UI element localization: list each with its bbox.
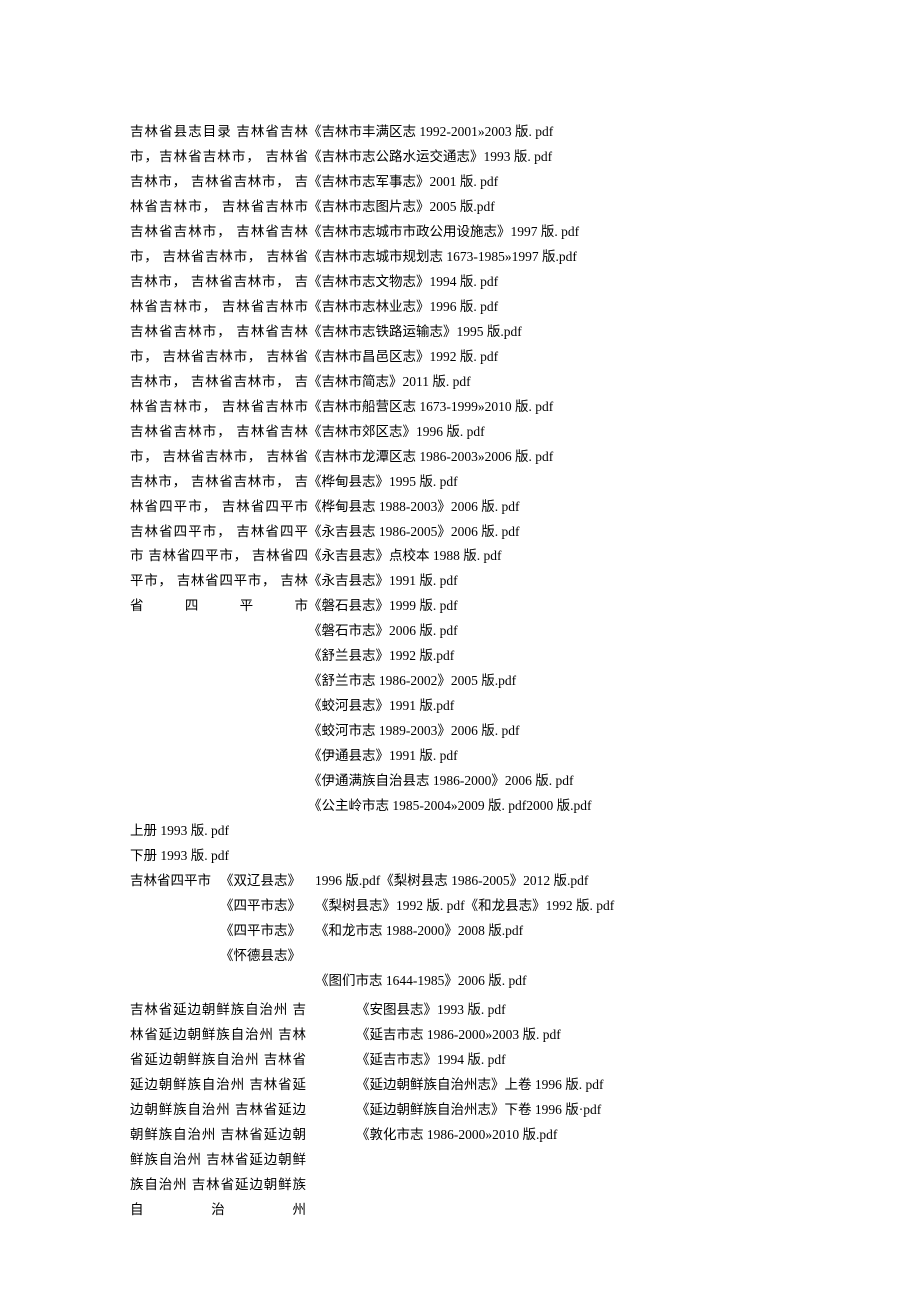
file-entry: 《磐石市志》2006 版. pdf: [308, 619, 790, 644]
file-entry: 《吉林市志城市市政公用设施志》1997 版. pdf: [308, 220, 790, 245]
title-entry: 《怀德县志》: [220, 944, 315, 969]
file-entry: 《吉林市志图片志》2005 版.pdf: [308, 195, 790, 220]
file-entry: 《延边朝鲜族自治州志》下卷 1996 版·pdf: [356, 1098, 790, 1123]
file-entry: 《和龙市志 1988-2000》2008 版.pdf: [315, 919, 790, 944]
title-entry: 《四平市志》: [220, 894, 315, 919]
main-block-1: 吉林省县志目录 吉林省吉林市，吉林省吉林市， 吉林省吉林市， 吉林省吉林市， 吉…: [130, 120, 790, 819]
file-entry: 《桦甸县志》1995 版. pdf: [308, 470, 790, 495]
file-entry: 《吉林市昌邑区志》1992 版. pdf: [308, 345, 790, 370]
file-entry: 《舒兰县志》1992 版.pdf: [308, 644, 790, 669]
file-entry: 《吉林市志城市规划志 1673-1985»1997 版.pdf: [308, 245, 790, 270]
region-label: 吉林省四平市: [130, 869, 220, 894]
file-entry: 《吉林市郊区志》1996 版. pdf: [308, 420, 790, 445]
file-entry: 《公主岭市志 1985-2004»2009 版. pdf2000 版.pdf: [308, 794, 790, 819]
file-entry: 上册 1993 版. pdf: [130, 819, 790, 844]
file-entry: 《桦甸县志 1988-2003》2006 版. pdf: [308, 495, 790, 520]
file-entry: 《吉林市简志》2011 版. pdf: [308, 370, 790, 395]
file-entry: 《延吉市志》1994 版. pdf: [356, 1048, 790, 1073]
title-entry: 《四平市志》: [220, 919, 315, 944]
file-entry: 《伊通满族自治县志 1986-2000》2006 版. pdf: [308, 769, 790, 794]
file-entry: 《永吉县志》1991 版. pdf: [308, 569, 790, 594]
file-entry: 《敦化市志 1986-2000»2010 版.pdf: [356, 1123, 790, 1148]
file-entry: 《磐石县志》1999 版. pdf: [308, 594, 790, 619]
file-list-3: 《安图县志》1993 版. pdf 《延吉市志 1986-2000»2003 版…: [306, 998, 790, 1148]
main-block-3: 吉林省延边朝鲜族自治州 吉林省延边朝鲜族自治州 吉林省延边朝鲜族自治州 吉林省延…: [130, 998, 790, 1223]
file-entry: 《吉林市丰满区志 1992-2001»2003 版. pdf: [308, 120, 790, 145]
file-entry: 《吉林市志文物志》1994 版. pdf: [308, 270, 790, 295]
file-entry: 1996 版.pdf《梨树县志 1986-2005》2012 版.pdf: [315, 869, 790, 894]
file-entry: 《吉林市志公路水运交通志》1993 版. pdf: [308, 145, 790, 170]
file-list-1: 《吉林市丰满区志 1992-2001»2003 版. pdf 《吉林市志公路水运…: [308, 120, 790, 819]
file-entry: 《延边朝鲜族自治州志》上卷 1996 版. pdf: [356, 1073, 790, 1098]
file-entry: 《伊通县志》1991 版. pdf: [308, 744, 790, 769]
file-entry: 《吉林市志铁路运输志》1995 版.pdf: [308, 320, 790, 345]
main-block-2: 吉林省四平市 《双辽县志》 《四平市志》 《四平市志》 《怀德县志》 1996 …: [130, 869, 790, 969]
file-entry: 《安图县志》1993 版. pdf: [356, 998, 790, 1023]
file-entry: 《梨树县志》1992 版. pdf《和龙县志》1992 版. pdf: [315, 894, 790, 919]
tail-lines: 上册 1993 版. pdf 下册 1993 版. pdf: [130, 819, 790, 869]
file-entry: 《延吉市志 1986-2000»2003 版. pdf: [356, 1023, 790, 1048]
extra-line: 《图们市志 1644-1985》2006 版. pdf: [130, 969, 790, 994]
file-entry: 《蛟河市志 1989-2003》2006 版. pdf: [308, 719, 790, 744]
file-entry: 《吉林市志军事志》2001 版. pdf: [308, 170, 790, 195]
file-entry: 《蛟河县志》1991 版.pdf: [308, 694, 790, 719]
file-list-2: 1996 版.pdf《梨树县志 1986-2005》2012 版.pdf 《梨树…: [315, 869, 790, 944]
file-entry: 《舒兰市志 1986-2002》2005 版.pdf: [308, 669, 790, 694]
region-list-1: 吉林省县志目录 吉林省吉林市，吉林省吉林市， 吉林省吉林市， 吉林省吉林市， 吉…: [130, 120, 308, 619]
file-entry: 下册 1993 版. pdf: [130, 844, 790, 869]
region-list-3: 吉林省延边朝鲜族自治州 吉林省延边朝鲜族自治州 吉林省延边朝鲜族自治州 吉林省延…: [130, 998, 306, 1223]
file-entry: 《永吉县志》点校本 1988 版. pdf: [308, 544, 790, 569]
file-entry: 《吉林市船营区志 1673-1999»2010 版. pdf: [308, 395, 790, 420]
file-entry: 《吉林市龙潭区志 1986-2003»2006 版. pdf: [308, 445, 790, 470]
file-entry: 《吉林市志林业志》1996 版. pdf: [308, 295, 790, 320]
title-entry: 《双辽县志》: [220, 869, 315, 894]
file-entry: 《永吉县志 1986-2005》2006 版. pdf: [308, 520, 790, 545]
title-list: 《双辽县志》 《四平市志》 《四平市志》 《怀德县志》: [220, 869, 315, 969]
